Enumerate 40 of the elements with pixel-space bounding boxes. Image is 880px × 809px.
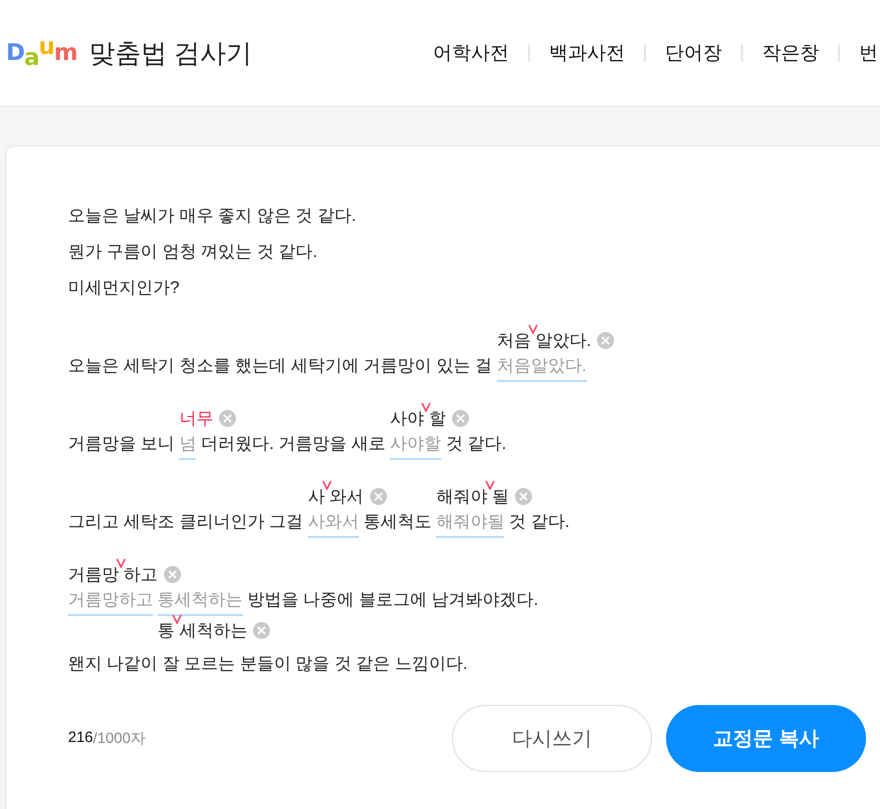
body-text: 방법을 나중에 블로그에 남겨봐야겠다. bbox=[247, 590, 538, 609]
char-count: 216 bbox=[68, 729, 94, 748]
body-text: 거름망을 보니 bbox=[68, 434, 175, 453]
close-icon[interactable] bbox=[597, 332, 614, 349]
suggestion-text[interactable]: 사야 할 bbox=[390, 400, 446, 430]
nav-link[interactable]: 어학사전 bbox=[414, 40, 528, 66]
char-limit: /1000자 bbox=[93, 729, 146, 748]
nav-link[interactable]: 백과사전 bbox=[530, 40, 644, 66]
close-icon[interactable] bbox=[253, 622, 270, 639]
body-text: 뭔가 구름이 엄청 껴있는 것 같다. bbox=[68, 242, 318, 261]
caret-icon bbox=[421, 402, 432, 412]
body-text: 것 같다. bbox=[509, 512, 570, 531]
nav-link[interactable]: 단어장 bbox=[646, 40, 741, 66]
reset-button[interactable]: 다시쓰기 bbox=[452, 705, 652, 772]
body-text: 더러웠다. 거름망을 새로 bbox=[201, 434, 386, 453]
body-text: 오늘은 세탁기 청소를 했는데 세탁기에 거름망이 있는 걸 bbox=[68, 356, 492, 375]
nav-link[interactable]: 작은창 bbox=[743, 40, 838, 66]
close-icon[interactable] bbox=[219, 410, 236, 427]
suggestion-text[interactable]: 거름망 하고 bbox=[68, 556, 158, 586]
body-text: 오늘은 날씨가 매우 좋지 않은 것 같다. bbox=[68, 206, 356, 225]
close-icon[interactable] bbox=[452, 410, 469, 427]
caret-icon bbox=[172, 614, 182, 624]
suggestion-text[interactable]: 너무 bbox=[179, 400, 214, 430]
nav-link[interactable]: 번 bbox=[840, 40, 880, 66]
body-text: 미세먼지인가? bbox=[68, 278, 180, 297]
caret-icon bbox=[528, 324, 538, 334]
body-text: 그리고 세탁조 클리너인가 그걸 bbox=[68, 512, 304, 531]
caret-icon bbox=[322, 480, 332, 490]
close-icon[interactable] bbox=[515, 488, 532, 505]
suggestion-text[interactable]: 해줘야 될 bbox=[436, 478, 510, 508]
close-icon[interactable] bbox=[370, 488, 387, 505]
close-icon[interactable] bbox=[164, 566, 181, 583]
body-text: 것 같다. bbox=[446, 434, 506, 453]
body-text: 통세척도 bbox=[364, 512, 432, 531]
caret-icon bbox=[484, 480, 495, 490]
suggestion-text[interactable]: 사 와서 bbox=[308, 478, 364, 508]
body-text: 왠지 나같이 잘 모르는 분들이 많을 것 같은 느낌이다. bbox=[68, 654, 468, 673]
suggestion-text[interactable]: 처음 알았다. bbox=[496, 322, 592, 352]
caret-icon bbox=[116, 558, 126, 568]
page-title: 맞춤법 검사기 bbox=[88, 36, 252, 70]
